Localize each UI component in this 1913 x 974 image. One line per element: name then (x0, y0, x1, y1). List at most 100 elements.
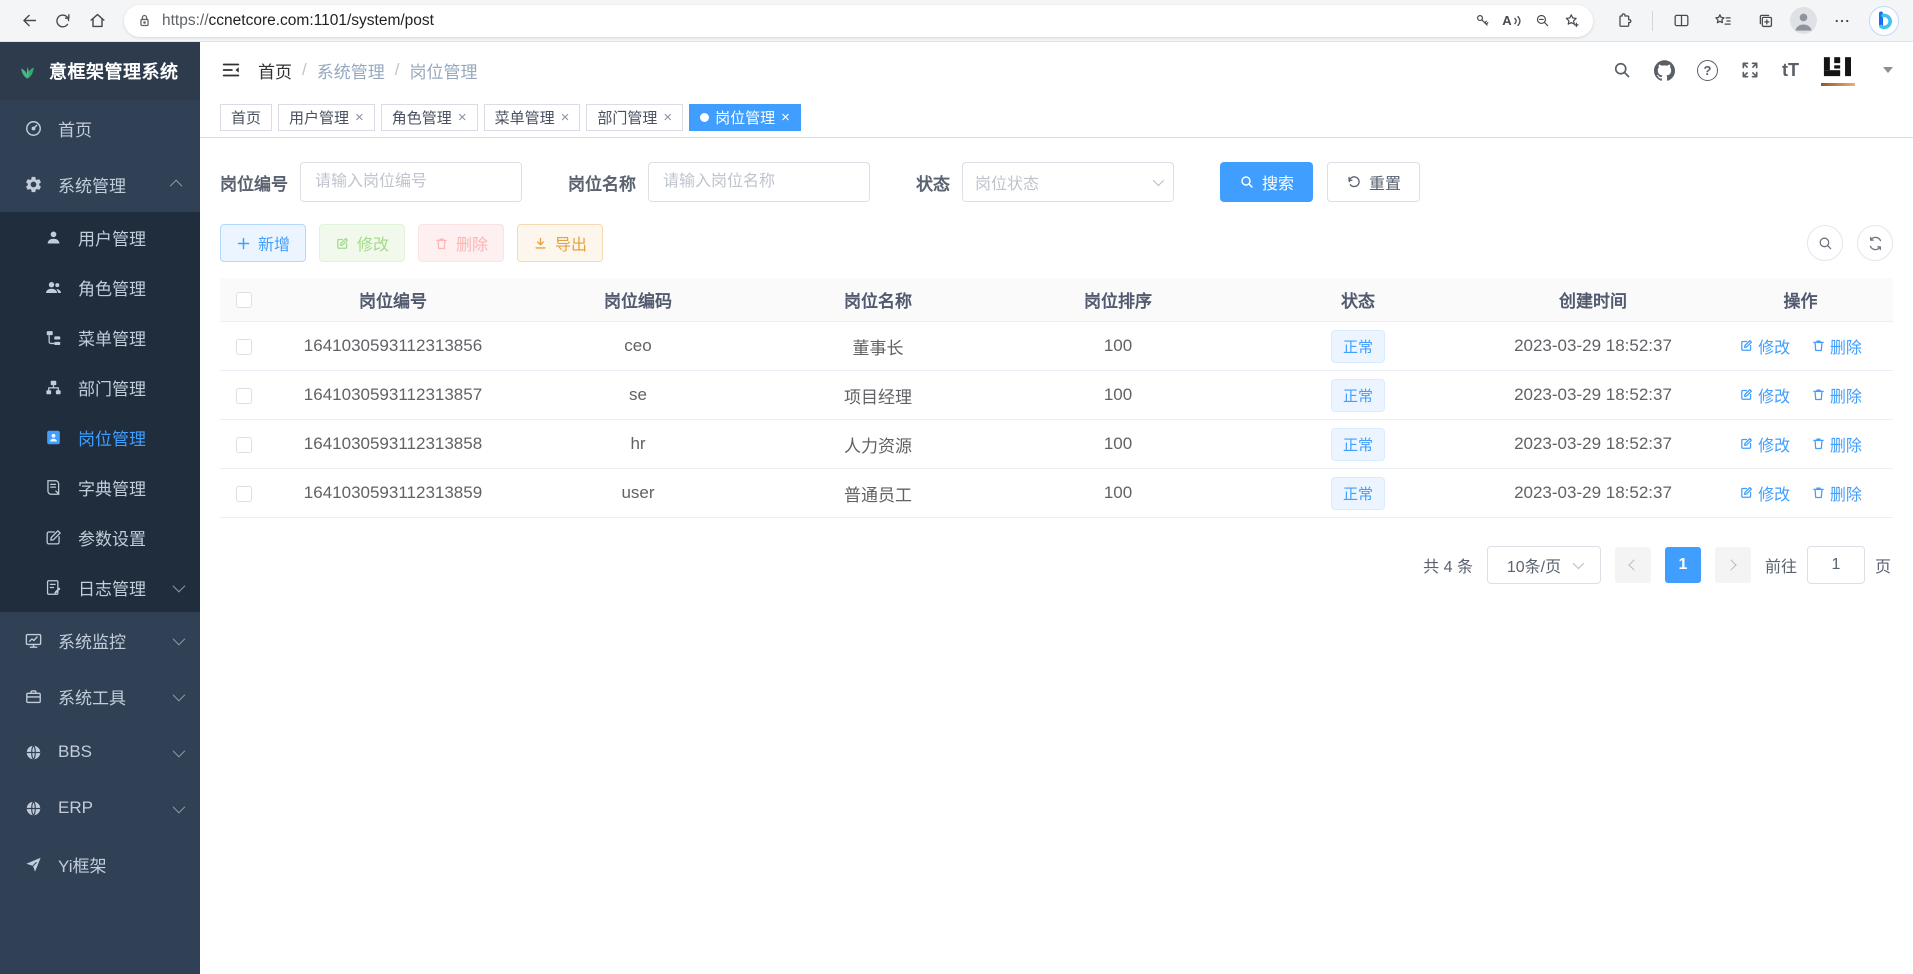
close-icon[interactable]: × (663, 110, 672, 125)
tab-home[interactable]: 首页 (220, 104, 272, 131)
chevron-down-icon (173, 688, 186, 701)
sidebar-item-system[interactable]: 系统管理 (0, 156, 200, 212)
password-key-icon[interactable] (1467, 6, 1497, 36)
tab-label: 角色管理 (392, 107, 452, 128)
close-icon[interactable]: × (561, 110, 570, 125)
cell-post-code: se (518, 385, 758, 405)
reset-button-label: 重置 (1369, 170, 1401, 194)
close-icon[interactable]: × (458, 110, 467, 125)
cell-post-id: 1641030593112313857 (268, 385, 518, 405)
sidebar-item-label: 角色管理 (78, 275, 146, 300)
prev-page-button[interactable] (1615, 547, 1651, 583)
help-button[interactable]: ? (1697, 60, 1718, 81)
browser-home-button[interactable] (80, 4, 114, 38)
row-edit-link[interactable]: 修改 (1739, 383, 1790, 407)
delete-button[interactable]: 删除 (418, 224, 504, 262)
toggle-search-button[interactable] (1807, 225, 1843, 261)
split-screen-button[interactable] (1664, 4, 1698, 38)
breadcrumb-item-home[interactable]: 首页 (258, 58, 292, 83)
browser-back-button[interactable] (12, 4, 46, 38)
sidebar-item-dictionary[interactable]: 字典管理 (0, 462, 200, 512)
filter-status: 状态 岗位状态 (916, 162, 1174, 202)
sidebar-item-users[interactable]: 用户管理 (0, 212, 200, 262)
font-size-button[interactable]: tT (1782, 60, 1799, 81)
close-icon[interactable]: × (355, 110, 364, 125)
row-edit-link[interactable]: 修改 (1739, 334, 1790, 358)
post-name-input[interactable] (648, 162, 870, 202)
tab-post-management[interactable]: 岗位管理 × (689, 104, 801, 131)
reset-button[interactable]: 重置 (1327, 162, 1420, 202)
search-button[interactable]: 搜索 (1220, 162, 1313, 202)
zoom-out-button[interactable] (1527, 6, 1557, 36)
tab-label: 首页 (231, 107, 261, 128)
export-button-label: 导出 (555, 231, 587, 255)
cell-post-name: 项目经理 (758, 383, 998, 408)
row-delete-link[interactable]: 删除 (1811, 334, 1862, 358)
row-delete-link[interactable]: 删除 (1811, 432, 1862, 456)
row-checkbox[interactable] (236, 437, 252, 453)
browser-menu-button[interactable] (1825, 4, 1859, 38)
row-edit-link[interactable]: 修改 (1739, 432, 1790, 456)
add-button[interactable]: 新增 (220, 224, 306, 262)
sidebar-item-yi-framework[interactable]: Yi框架 (0, 836, 200, 892)
refresh-table-button[interactable] (1857, 225, 1893, 261)
tab-menu-management[interactable]: 菜单管理 × (484, 104, 581, 131)
sidebar-item-label: 日志管理 (78, 575, 146, 600)
sidebar-item-monitor[interactable]: 系统监控 (0, 612, 200, 668)
sidebar-item-posts[interactable]: 岗位管理 (0, 412, 200, 462)
read-aloud-button[interactable]: A (1497, 6, 1527, 36)
sidebar-item-label: 用户管理 (78, 225, 146, 250)
sidebar-collapse-button[interactable] (220, 59, 242, 81)
extensions-button[interactable] (1607, 4, 1641, 38)
row-edit-link[interactable]: 修改 (1739, 481, 1790, 505)
goto-page-input[interactable] (1807, 546, 1865, 584)
row-delete-link[interactable]: 删除 (1811, 481, 1862, 505)
sidebar-item-departments[interactable]: 部门管理 (0, 362, 200, 412)
tab-role-management[interactable]: 角色管理 × (381, 104, 478, 131)
tab-user-management[interactable]: 用户管理 × (278, 104, 375, 131)
next-page-button[interactable] (1715, 547, 1751, 583)
browser-refresh-button[interactable] (46, 4, 80, 38)
sidebar-item-home[interactable]: 首页 (0, 100, 200, 156)
search-icon (1612, 60, 1632, 80)
row-checkbox[interactable] (236, 388, 252, 404)
paper-plane-icon (24, 855, 43, 874)
row-checkbox[interactable] (236, 339, 252, 355)
row-delete-link[interactable]: 删除 (1811, 383, 1862, 407)
sidebar-item-logs[interactable]: 日志管理 (0, 562, 200, 612)
page-number-button[interactable]: 1 (1665, 547, 1701, 583)
row-checkbox[interactable] (236, 486, 252, 502)
search-icon (1239, 174, 1255, 190)
tab-department-management[interactable]: 部门管理 × (586, 104, 683, 131)
select-all-checkbox[interactable] (236, 292, 252, 308)
sidebar-item-erp[interactable]: ERP (0, 780, 200, 836)
trash-icon (1811, 338, 1826, 353)
favorites-button[interactable] (1706, 4, 1740, 38)
sidebar-item-menus[interactable]: 菜单管理 (0, 312, 200, 362)
add-favorite-button[interactable] (1557, 6, 1587, 36)
github-button[interactable] (1654, 60, 1675, 81)
fullscreen-button[interactable] (1740, 60, 1760, 80)
edit-button[interactable]: 修改 (319, 224, 405, 262)
address-bar[interactable]: https://ccnetcore.com:1101/system/post A (124, 5, 1593, 37)
copilot-bing-button[interactable] (1867, 4, 1901, 38)
header-search-button[interactable] (1612, 60, 1632, 80)
browser-profile-button[interactable] (1790, 7, 1817, 34)
post-code-input[interactable] (300, 162, 522, 202)
sidebar-item-parameters[interactable]: 参数设置 (0, 512, 200, 562)
cell-post-code: user (518, 483, 758, 503)
status-select[interactable]: 岗位状态 (962, 162, 1174, 202)
favorites-star-list-icon (1713, 11, 1733, 31)
cell-post-id: 1641030593112313856 (268, 336, 518, 356)
user-avatar[interactable] (1821, 55, 1855, 86)
page-size-select[interactable]: 10条/页 (1487, 546, 1601, 584)
close-icon[interactable]: × (781, 110, 790, 125)
sidebar-item-tools[interactable]: 系统工具 (0, 668, 200, 724)
export-button[interactable]: 导出 (517, 224, 603, 262)
sidebar-item-bbs[interactable]: BBS (0, 724, 200, 780)
sidebar-item-roles[interactable]: 角色管理 (0, 262, 200, 312)
cell-post-id: 1641030593112313859 (268, 483, 518, 503)
column-header: 状态 (1238, 287, 1478, 312)
avatar-dropdown-caret-icon[interactable] (1883, 67, 1893, 73)
collections-button[interactable] (1748, 4, 1782, 38)
